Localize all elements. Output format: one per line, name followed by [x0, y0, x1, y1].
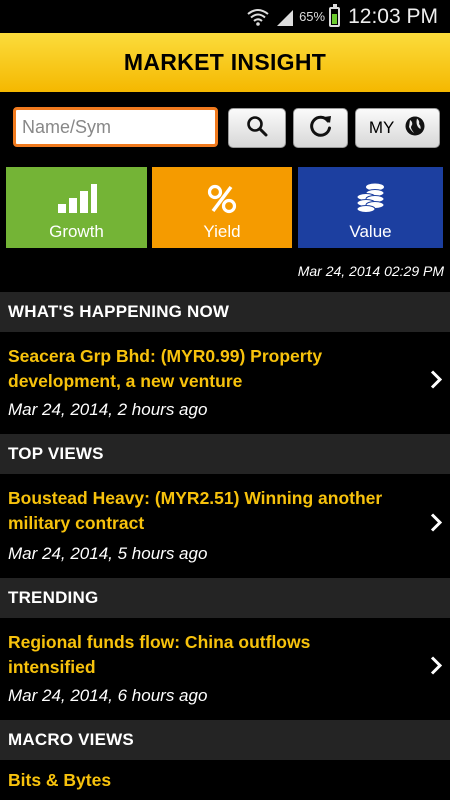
signal-icon [275, 8, 295, 26]
app-header: MARKET INSIGHT [0, 33, 450, 92]
coins-icon [354, 182, 388, 214]
section-header-macro-views: MACRO VIEWS [0, 720, 450, 760]
news-title: Boustead Heavy: (MYR2.51) Winning anothe… [8, 488, 383, 533]
news-date: Mar 24, 2014, 6 hours ago [8, 686, 208, 705]
bar-chart-icon [56, 182, 98, 214]
yield-label: Yield [203, 222, 241, 241]
news-item[interactable]: Bits & Bytes [0, 760, 450, 800]
news-item[interactable]: Seacera Grp Bhd: (MYR0.99) Property deve… [0, 332, 450, 432]
news-title: Seacera Grp Bhd: (MYR0.99) Property deve… [8, 346, 323, 391]
status-clock: 12:03 PM [348, 4, 438, 28]
value-tile[interactable]: Value [298, 167, 443, 248]
yield-tile[interactable]: Yield [152, 167, 292, 248]
search-input[interactable] [13, 107, 218, 147]
news-item[interactable]: Boustead Heavy: (MYR2.51) Winning anothe… [0, 474, 450, 576]
search-button[interactable] [228, 108, 286, 148]
refresh-button[interactable] [293, 108, 348, 148]
status-bar: 65% 12:03 PM [0, 0, 450, 33]
section-title: MACRO VIEWS [8, 730, 134, 749]
section-header-trending: TRENDING [0, 578, 450, 618]
news-title: Bits & Bytes [8, 770, 112, 790]
battery-icon [329, 3, 341, 27]
section-header-top-views: TOP VIEWS [0, 434, 450, 474]
section-title: TOP VIEWS [8, 444, 104, 463]
chevron-right-icon [430, 370, 443, 395]
page-title: MARKET INSIGHT [123, 49, 327, 75]
section-title: WHAT'S HAPPENING NOW [8, 302, 230, 321]
refresh-icon [308, 113, 334, 144]
wifi-icon [247, 8, 269, 26]
chevron-right-icon [430, 513, 443, 538]
growth-label: Growth [49, 222, 104, 241]
section-header-whats-happening: WHAT'S HAPPENING NOW [0, 292, 450, 332]
search-icon [245, 114, 269, 143]
news-date: Mar 24, 2014, 2 hours ago [8, 400, 208, 419]
news-title: Regional funds flow: China outflows inte… [8, 632, 311, 677]
region-label: MY [368, 118, 395, 137]
chevron-right-icon [430, 656, 443, 681]
percent-icon [207, 182, 237, 214]
battery-percent: 65% [299, 9, 326, 24]
news-date: Mar 24, 2014, 5 hours ago [8, 544, 208, 563]
last-updated-timestamp: Mar 24, 2014 02:29 PM [297, 263, 444, 279]
globe-icon [404, 115, 426, 142]
value-label: Value [349, 222, 392, 241]
news-item[interactable]: Regional funds flow: China outflows inte… [0, 618, 450, 718]
section-title: TRENDING [8, 588, 99, 607]
growth-tile[interactable]: Growth [6, 167, 147, 248]
region-selector[interactable]: MY [355, 108, 440, 148]
